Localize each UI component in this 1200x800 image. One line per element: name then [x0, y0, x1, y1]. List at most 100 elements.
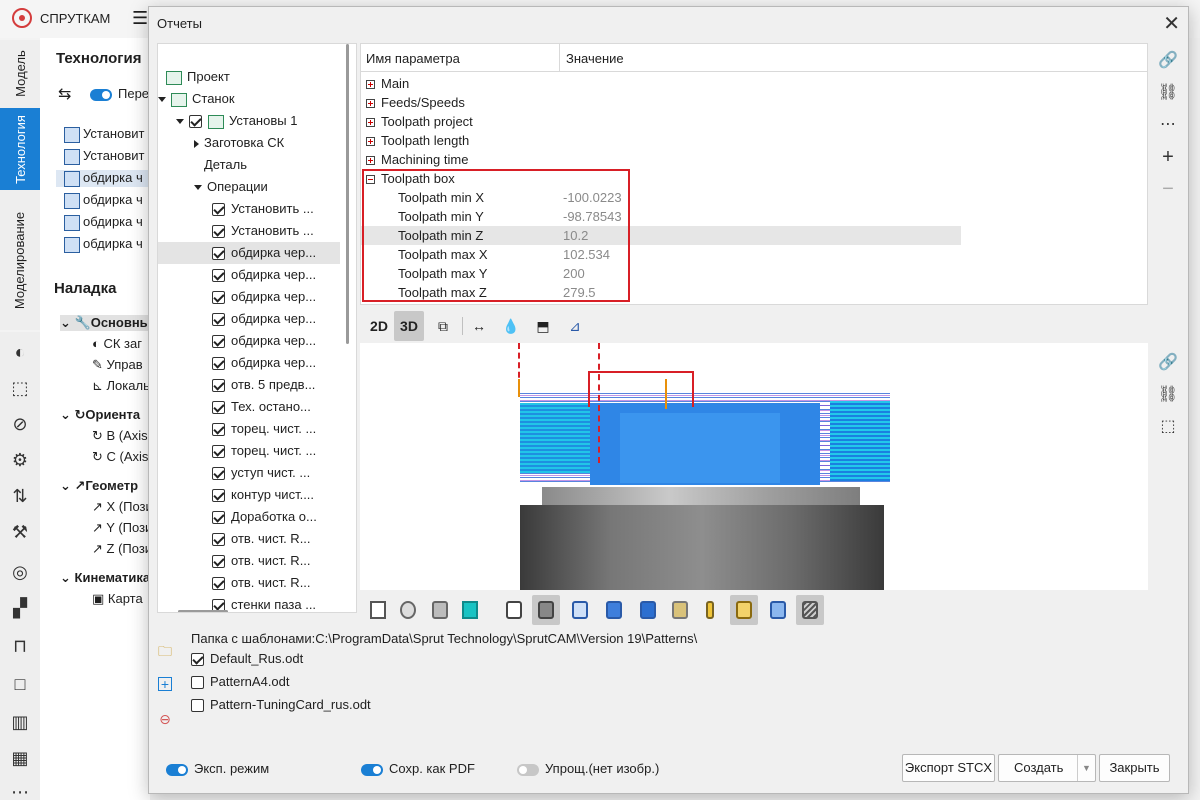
side-tab-technology[interactable]: Технология — [0, 108, 40, 190]
setup-item[interactable]: ◐ СК заг — [92, 336, 142, 351]
tree-operation[interactable]: отв. чист. R... — [212, 550, 356, 572]
more-tools-icon[interactable]: ⋯ — [8, 780, 32, 800]
col-header-name[interactable]: Имя параметра — [366, 51, 460, 66]
tree-operations[interactable]: Операции — [194, 176, 356, 198]
tree-operation[interactable]: Установить ... — [212, 220, 356, 242]
move-tool-icon[interactable]: ⇅ — [8, 484, 32, 508]
param-group-time[interactable]: Machining time — [361, 150, 961, 169]
square-tool-icon[interactable]: □ — [8, 672, 32, 696]
setup-item[interactable]: ▣ Карта — [92, 591, 143, 607]
setup-item[interactable]: ↗ Y (Пози — [92, 520, 152, 536]
tree-operation[interactable]: контур чист.... — [212, 484, 356, 506]
setup-item[interactable]: ✎ Управ — [92, 357, 143, 373]
tree-operation[interactable]: обдирка чер... — [212, 330, 356, 352]
tree-operation[interactable]: отв. чист. R... — [212, 528, 356, 550]
tree-operation[interactable]: Установить ... — [212, 198, 356, 220]
part-solid-icon[interactable] — [600, 595, 628, 625]
setup-item[interactable]: ↗ Z (Пози — [92, 541, 152, 557]
tree-scrollbar[interactable] — [346, 44, 349, 344]
bg-op-row[interactable]: обдирка ч — [64, 236, 143, 253]
param-group-main[interactable]: Main — [361, 74, 961, 93]
stock-outline-icon[interactable] — [500, 595, 528, 625]
folder-icon[interactable]: 🗀 — [155, 641, 175, 661]
bg-op-row[interactable]: Установит — [64, 148, 144, 165]
param-group-length[interactable]: Toolpath length — [361, 131, 961, 150]
tree-operation[interactable]: отв. 5 предв... — [212, 374, 356, 396]
tree-operation[interactable]: обдирка чер... — [212, 352, 356, 374]
group-kinematics[interactable]: ⌄ Кинематика — [60, 570, 150, 586]
tree-operation[interactable]: стенки паза ... — [212, 594, 356, 612]
tree-operation[interactable]: обдирка чер... — [158, 242, 340, 264]
fit-view-icon[interactable] — [364, 595, 392, 625]
add-icon[interactable]: + — [1156, 145, 1180, 169]
compass-tool-icon[interactable]: ⊘ — [8, 412, 32, 436]
tree-operation[interactable]: обдирка чер... — [212, 308, 356, 330]
param-group-project[interactable]: Toolpath project — [361, 112, 961, 131]
cube-icon[interactable] — [456, 595, 484, 625]
hamburger-menu-icon[interactable]: ☰ — [132, 8, 148, 29]
setup-item[interactable]: ↗ X (Пози — [92, 499, 153, 515]
dimension-icon[interactable]: ↔ — [464, 311, 494, 341]
toolpath-display-icon[interactable] — [796, 595, 824, 625]
tree-part[interactable]: Деталь — [204, 154, 356, 176]
machining-icon[interactable] — [730, 595, 758, 625]
link-icon[interactable]: 🔗 — [1156, 351, 1180, 375]
create-button[interactable]: Создать ▼ — [998, 754, 1096, 782]
close-button[interactable]: Закрыть — [1099, 754, 1170, 782]
bg-toggle[interactable]: Пере — [90, 86, 149, 101]
select-box-tool-icon[interactable]: ⬚ — [8, 376, 32, 400]
part-blue-icon[interactable] — [566, 595, 594, 625]
tree-project[interactable]: Проект — [166, 66, 348, 88]
tree-operation[interactable]: торец. чист. ... — [212, 440, 356, 462]
side-tab-simulation[interactable]: Моделирование — [0, 200, 40, 320]
view-3d-button[interactable]: 3D — [394, 311, 424, 341]
stand-tool-icon[interactable]: ⊓ — [8, 634, 32, 658]
export-stcx-button[interactable]: Экспорт STCX — [902, 754, 995, 782]
side-tab-model[interactable]: Модель — [0, 40, 40, 106]
sphere-tool-icon[interactable]: ◐ — [8, 340, 32, 364]
blocks-tool-icon[interactable]: ▞ — [8, 596, 32, 620]
settings-tool-icon[interactable]: ⚙ — [8, 448, 32, 472]
setup-item[interactable]: ↻ C (Axis — [92, 449, 148, 465]
group-geometry[interactable]: ⌄ ↗Геометр — [60, 478, 138, 494]
tree-machine[interactable]: Станок — [158, 88, 340, 110]
fixture-icon[interactable] — [634, 595, 662, 625]
template-item[interactable]: Pattern-TuningCard_rus.odt — [191, 697, 371, 713]
drop-icon[interactable]: 💧 — [496, 311, 526, 341]
camera-icon[interactable]: ⬚ — [1156, 415, 1180, 439]
unlink-icon[interactable]: ⛓ — [1156, 81, 1180, 105]
view-2d-button[interactable]: 2D — [364, 311, 394, 341]
bg-op-row[interactable]: обдирка ч — [64, 214, 143, 231]
tool-icon[interactable] — [696, 595, 724, 625]
target-tool-icon[interactable]: ◎ — [8, 560, 32, 584]
tree-operation[interactable]: Доработка о... — [212, 506, 356, 528]
param-group-feeds[interactable]: Feeds/Speeds — [361, 93, 961, 112]
bg-op-row[interactable]: обдирка ч — [56, 170, 150, 187]
create-dropdown-icon[interactable]: ▼ — [1077, 755, 1095, 781]
col-header-value[interactable]: Значение — [566, 51, 624, 66]
simplified-toggle[interactable]: Упрощ.(нет изобр.) — [517, 761, 659, 776]
tree-hscrollbar[interactable] — [178, 610, 228, 612]
fixture-tool-icon[interactable]: ▥ — [8, 710, 32, 734]
holder-icon[interactable] — [666, 595, 694, 625]
tree-operation[interactable]: торец. чист. ... — [212, 418, 356, 440]
remove-icon[interactable]: − — [1156, 177, 1180, 201]
clamp-tool-icon[interactable]: ▦ — [8, 746, 32, 770]
remove-template-icon[interactable]: ⊖ — [155, 709, 175, 729]
setup-item[interactable]: ⊾ Локаль — [92, 378, 150, 394]
view-screenshot-icon[interactable]: ⧉ — [428, 311, 458, 341]
tree-operation[interactable]: отв. чист. R... — [212, 572, 356, 594]
cylinders-icon[interactable] — [426, 595, 454, 625]
bg-op-row[interactable]: обдирка ч — [64, 192, 143, 209]
tree-operation[interactable]: Тех. остано... — [212, 396, 356, 418]
toolpath-viewport[interactable] — [360, 343, 1148, 590]
tree-operation[interactable]: обдирка чер... — [212, 264, 356, 286]
swap-icon[interactable]: ⇆ — [58, 84, 71, 104]
template-item[interactable]: Default_Rus.odt — [191, 651, 303, 667]
save-pdf-toggle[interactable]: Сохр. как PDF — [361, 761, 475, 776]
template-item[interactable]: PatternA4.odt — [191, 674, 290, 690]
tool-holder-icon[interactable]: ⚒ — [8, 520, 32, 544]
tree-operation[interactable]: обдирка чер... — [212, 286, 356, 308]
add-template-icon[interactable]: + — [158, 677, 172, 691]
setup-item[interactable]: ↻ B (Axis — [92, 428, 148, 444]
